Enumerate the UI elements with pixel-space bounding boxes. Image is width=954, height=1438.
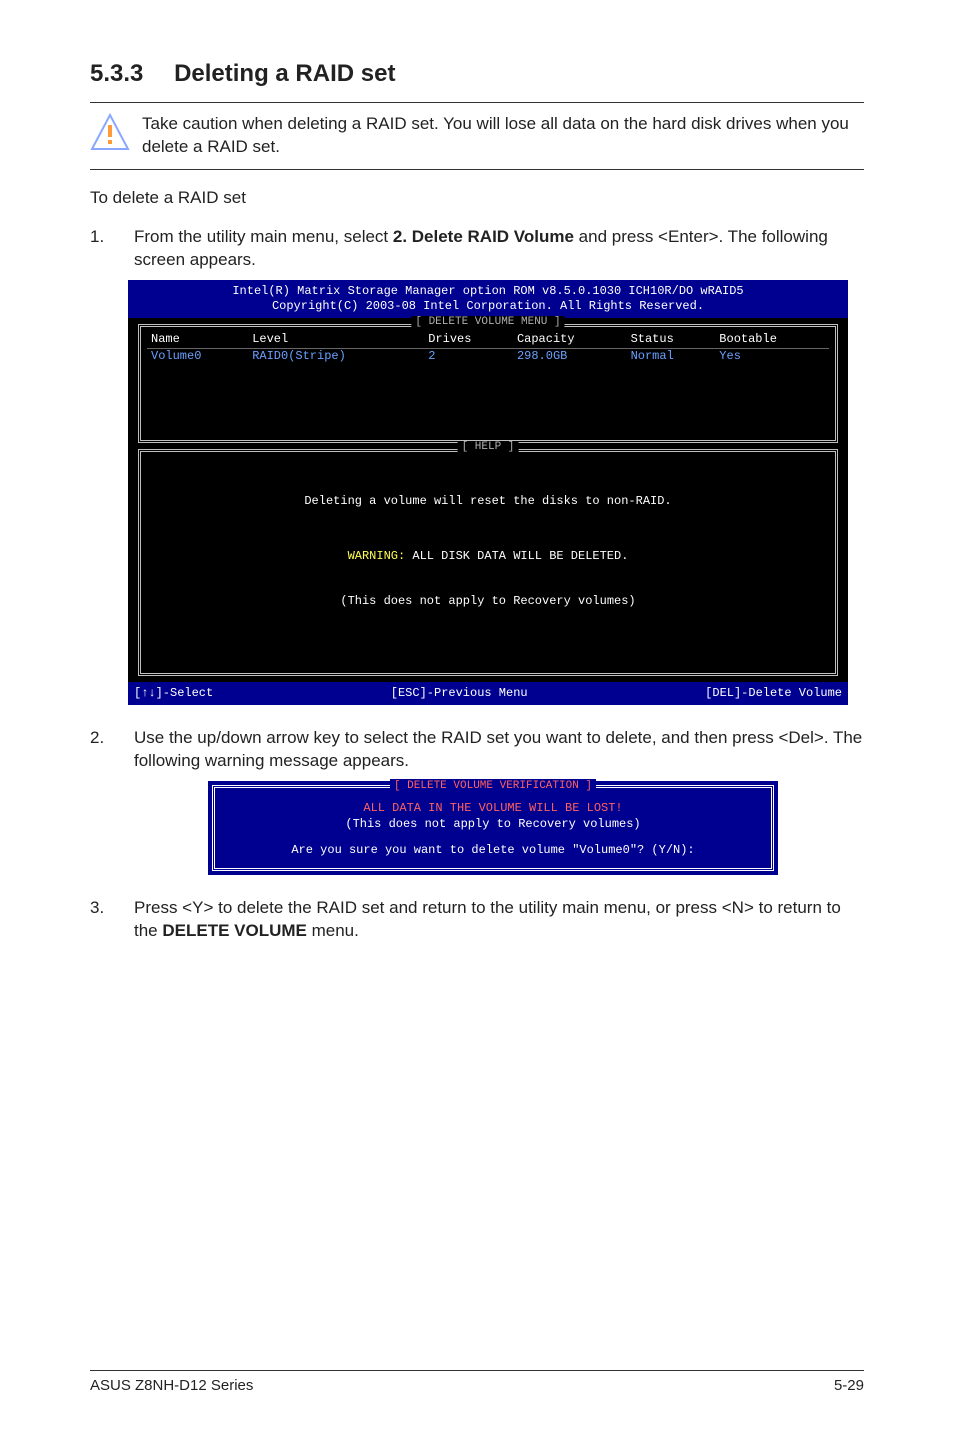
footer-del: [DEL]-Delete Volume	[705, 686, 842, 701]
step-1: From the utility main menu, select 2. De…	[90, 226, 864, 705]
footer-select: [↑↓]-Select	[134, 686, 213, 701]
row-status: Normal	[627, 348, 716, 364]
bios-delete-menu-title: [ DELETE VOLUME MENU ]	[411, 316, 564, 330]
bios-volume-table: Name Level Drives Capacity Status Bootab…	[147, 331, 829, 364]
step-3-text-c: menu.	[307, 921, 359, 940]
bios-footer-hints: [↑↓]-Select [ESC]-Previous Menu [DEL]-De…	[128, 682, 848, 705]
bios-help-box: [ HELP ] Deleting a volume will reset th…	[138, 449, 838, 676]
verify-warn: ALL DATA IN THE VOLUME WILL BE LOST!	[225, 800, 761, 816]
footer-right: 5-29	[834, 1377, 864, 1394]
bios-verify-dialog: [ DELETE VOLUME VERIFICATION ] ALL DATA …	[208, 781, 778, 876]
verify-prompt: Are you sure you want to delete volume "…	[225, 842, 761, 858]
col-name: Name	[147, 331, 248, 349]
bios-banner-line1: Intel(R) Matrix Storage Manager option R…	[134, 284, 842, 299]
help-line-1: Deleting a volume will reset the disks t…	[151, 494, 825, 509]
col-status: Status	[627, 331, 716, 349]
step-2-text: Use the up/down arrow key to select the …	[134, 728, 862, 770]
verify-title: [ DELETE VOLUME VERIFICATION ]	[390, 779, 596, 794]
bios-delete-menu-box: [ DELETE VOLUME MENU ] Name Level Drives…	[138, 324, 838, 443]
step-3-strong: DELETE VOLUME	[162, 921, 307, 940]
section-heading: 5.3.3 Deleting a RAID set	[90, 60, 864, 88]
footer-esc: [ESC]-Previous Menu	[391, 686, 528, 701]
help-line-3: (This does not apply to Recovery volumes…	[151, 594, 825, 609]
help-warn-rest: ALL DISK DATA WILL BE DELETED.	[405, 549, 628, 563]
page-footer: ASUS Z8NH-D12 Series 5-29	[90, 1370, 864, 1394]
row-bootable: Yes	[715, 348, 829, 364]
bios-help-title: [ HELP ]	[458, 441, 519, 455]
row-level: RAID0(Stripe)	[248, 348, 424, 364]
section-number: 5.3.3	[90, 60, 143, 88]
step-1-strong: 2. Delete RAID Volume	[393, 227, 574, 246]
col-bootable: Bootable	[715, 331, 829, 349]
row-drives: 2	[424, 348, 513, 364]
bios-banner-line2: Copyright(C) 2003-08 Intel Corporation. …	[134, 299, 842, 314]
col-capacity: Capacity	[513, 331, 627, 349]
caution-text: Take caution when deleting a RAID set. Y…	[142, 113, 864, 159]
footer-left: ASUS Z8NH-D12 Series	[90, 1377, 253, 1394]
bios-banner: Intel(R) Matrix Storage Manager option R…	[128, 280, 848, 318]
table-row[interactable]: Volume0 RAID0(Stripe) 2 298.0GB Normal Y…	[147, 348, 829, 364]
step-2: Use the up/down arrow key to select the …	[90, 727, 864, 875]
help-warn-prefix: WARNING:	[348, 549, 406, 563]
bios-delete-volume-screen: Intel(R) Matrix Storage Manager option R…	[128, 280, 848, 705]
caution-note: Take caution when deleting a RAID set. Y…	[90, 102, 864, 170]
row-capacity: 298.0GB	[513, 348, 627, 364]
procedure-intro: To delete a RAID set	[90, 188, 864, 208]
section-title: Deleting a RAID set	[174, 60, 395, 87]
caution-icon	[90, 113, 130, 153]
col-drives: Drives	[424, 331, 513, 349]
col-level: Level	[248, 331, 424, 349]
step-3: Press <Y> to delete the RAID set and ret…	[90, 897, 864, 943]
help-warning-line: WARNING: ALL DISK DATA WILL BE DELETED.	[151, 549, 825, 564]
row-name: Volume0	[147, 348, 248, 364]
verify-note: (This does not apply to Recovery volumes…	[225, 816, 761, 832]
step-1-text-a: From the utility main menu, select	[134, 227, 393, 246]
